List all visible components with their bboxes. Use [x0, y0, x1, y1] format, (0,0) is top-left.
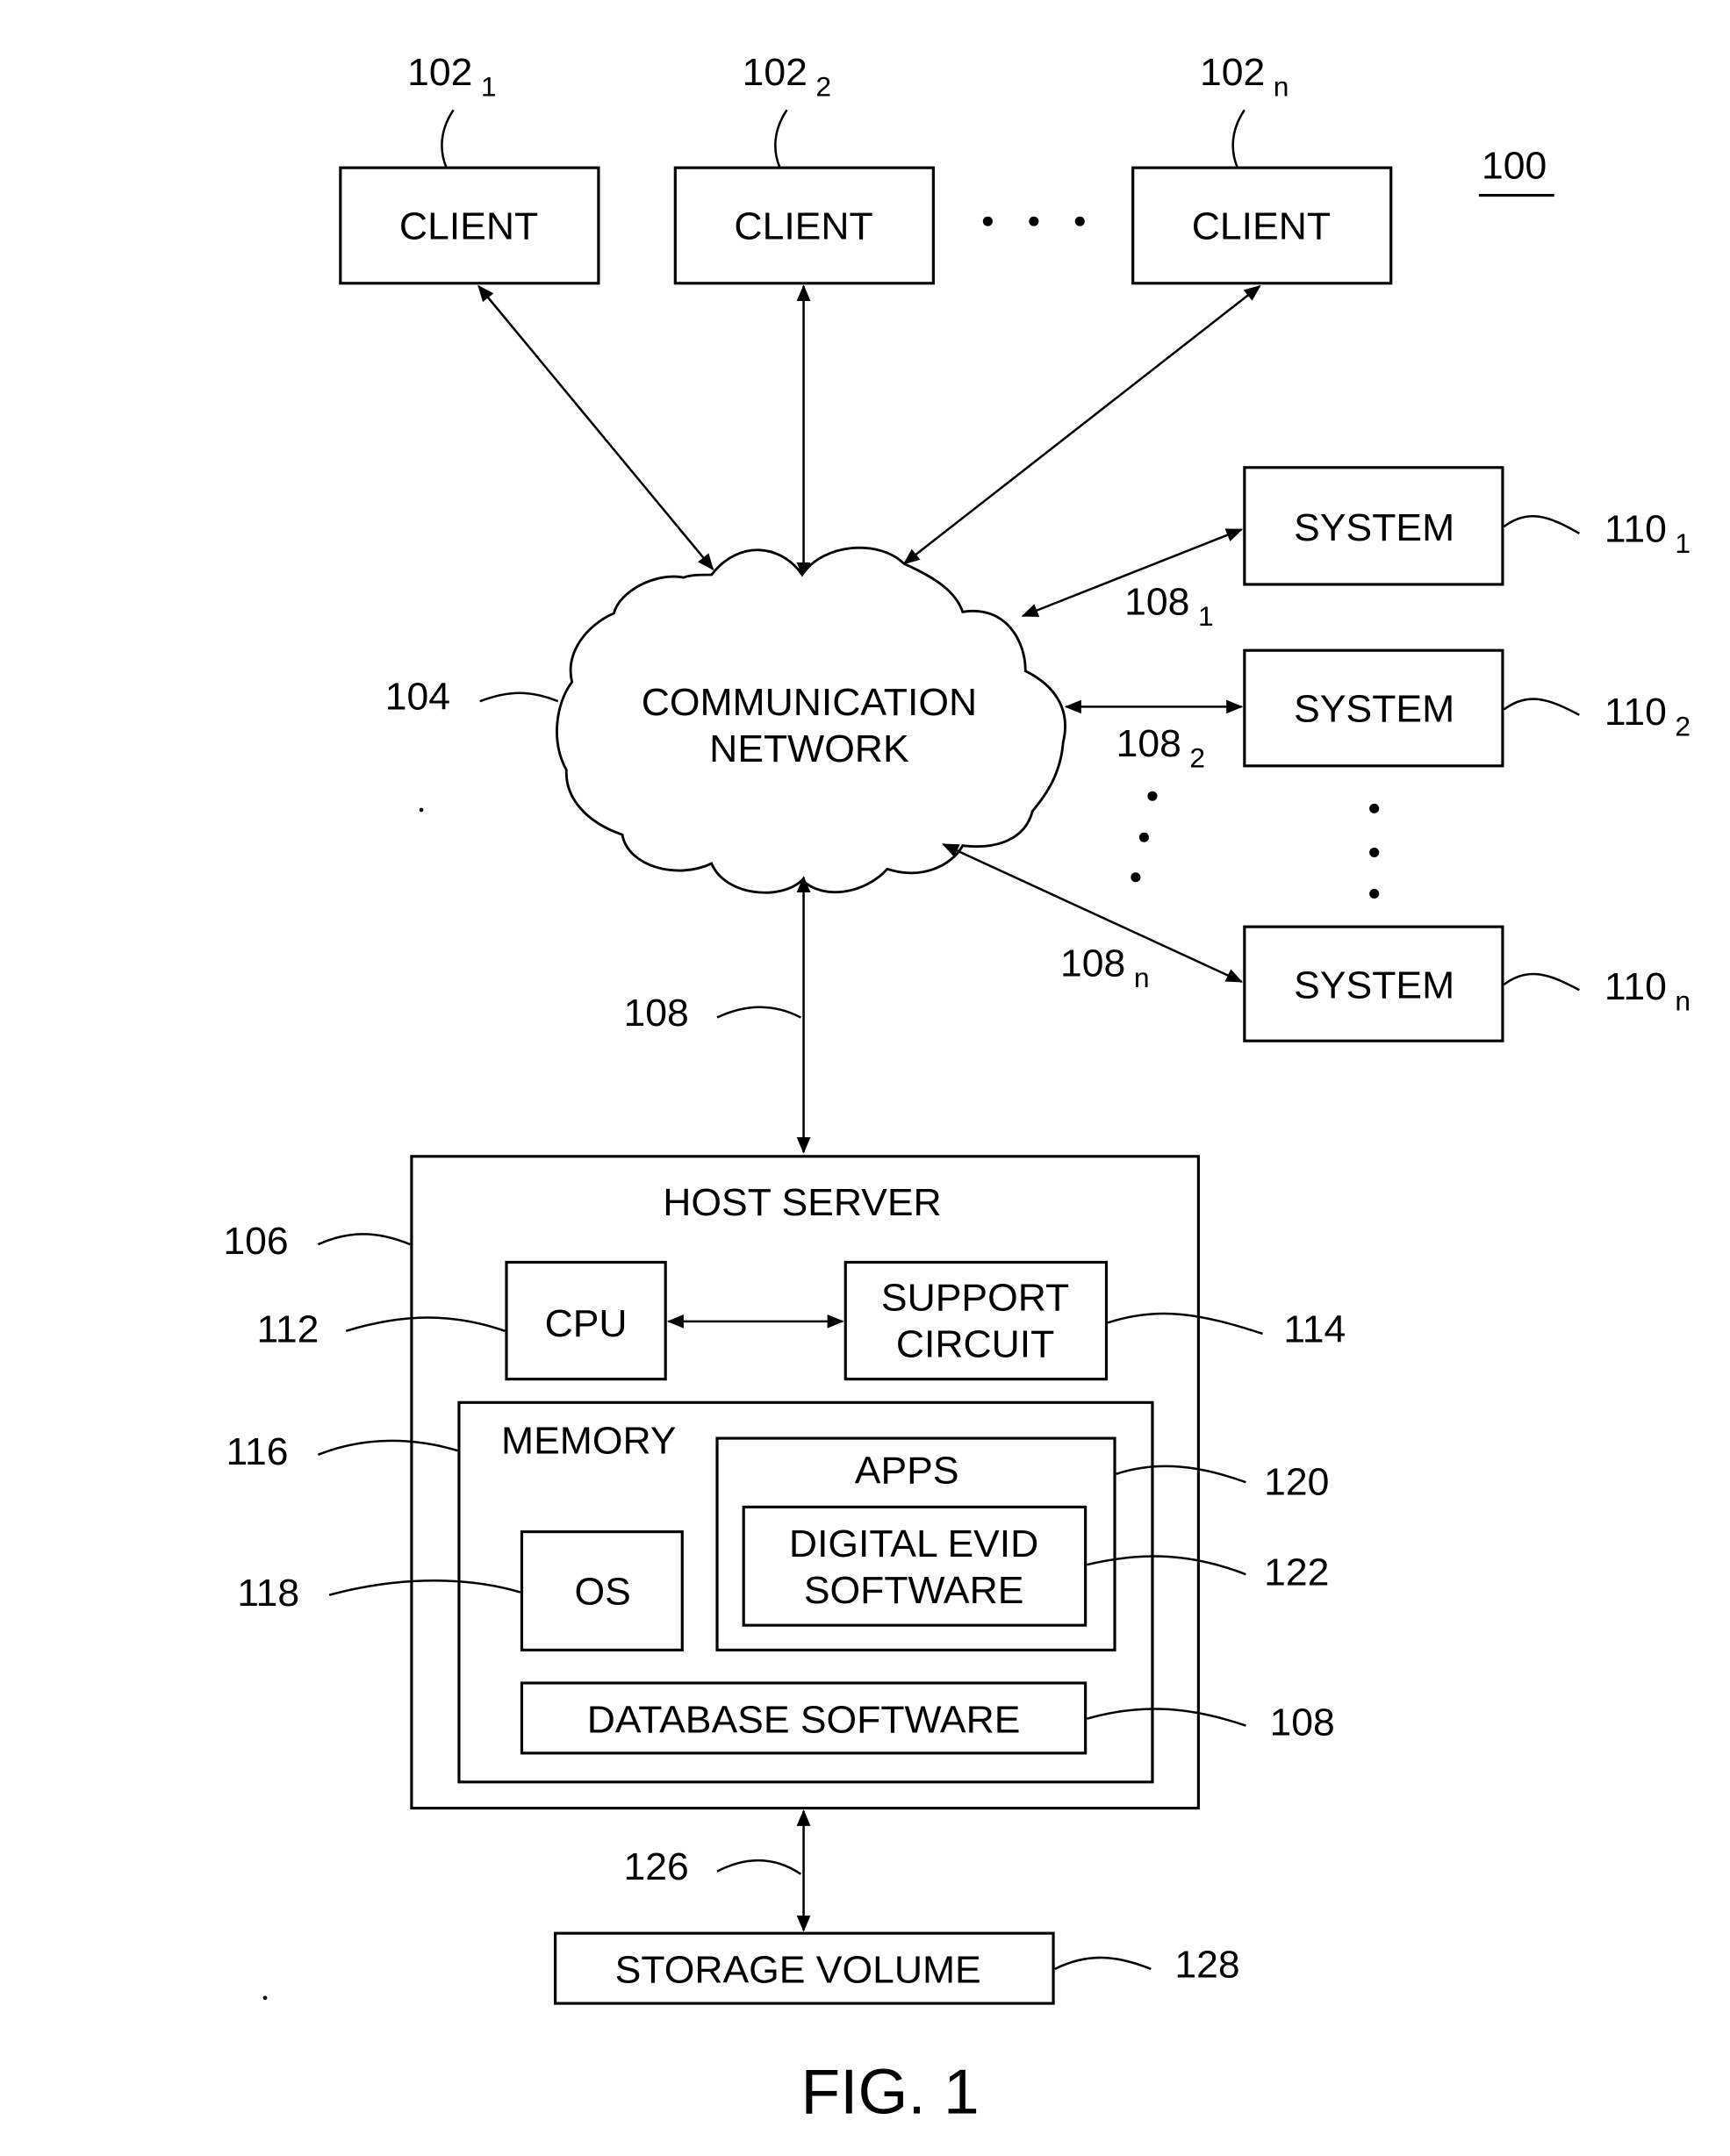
client-leader	[1231, 109, 1245, 168]
svg-text:CLIENT: CLIENT	[1192, 205, 1331, 248]
system-ref: 110 1	[1604, 508, 1691, 559]
system-ref: 110 2	[1604, 691, 1691, 741]
svg-text:OS: OS	[575, 1571, 631, 1614]
communication-network: COMMUNICATION NETWORK 104	[385, 546, 1066, 894]
storage-link-leader	[716, 1859, 802, 1875]
svg-text:MEMORY: MEMORY	[501, 1420, 676, 1463]
network-leader	[479, 691, 559, 703]
host-link-leader	[716, 1006, 801, 1019]
system-ref: 110 n	[1604, 965, 1691, 1016]
svg-text:NETWORK: NETWORK	[709, 727, 908, 770]
speck	[262, 1995, 268, 2001]
host-ref: 106	[223, 1220, 288, 1263]
system-link-ref: 108 n	[1060, 942, 1149, 993]
system-1: SYSTEM 110 1 108 1	[1021, 466, 1691, 632]
client-ref: 102 n	[1200, 51, 1289, 102]
host-server: HOST SERVER 106 CPU 112 SUPPORT CIRCUIT …	[223, 1155, 1346, 1810]
figure-caption: FIG. 1	[801, 2057, 980, 2127]
system-link-ref: 108 1	[1124, 581, 1213, 632]
client-leader	[774, 109, 788, 168]
svg-text:CPU: CPU	[545, 1302, 628, 1345]
svg-text:HOST SERVER: HOST SERVER	[663, 1181, 941, 1224]
client-1-link-arrow	[477, 284, 714, 570]
system-diagram: 100 CLIENT 102 1 CLIENT 102 2 CLIENT 102 n …	[223, 51, 1691, 2127]
client-ellipsis	[982, 216, 1085, 226]
svg-text:CLIENT: CLIENT	[399, 205, 538, 248]
svg-text:SYSTEM: SYSTEM	[1294, 688, 1454, 731]
svg-text:STORAGE VOLUME: STORAGE VOLUME	[615, 1949, 981, 1992]
cpu-ref: 112	[256, 1308, 319, 1351]
figure-ref: 100	[1478, 145, 1554, 197]
system-leader	[1503, 514, 1580, 535]
apps-ref: 120	[1264, 1461, 1329, 1504]
client-ref: 102 2	[743, 51, 831, 102]
svg-text:SYSTEM: SYSTEM	[1294, 506, 1454, 549]
svg-text:APPS: APPS	[855, 1450, 959, 1493]
client-n-link-arrow	[902, 284, 1261, 565]
svg-text:100: 100	[1482, 145, 1547, 188]
svg-text:SUPPORT: SUPPORT	[881, 1277, 1069, 1320]
host-leader	[317, 1233, 411, 1246]
system-link-ref: 108 2	[1116, 722, 1205, 773]
client-leader	[441, 109, 455, 168]
svg-text:CIRCUIT: CIRCUIT	[896, 1323, 1054, 1366]
evid-ref: 122	[1264, 1551, 1329, 1594]
system-2: SYSTEM 110 2 108 2	[1064, 648, 1691, 773]
client-n: CLIENT 102 n	[1131, 51, 1393, 285]
system-leader	[1503, 972, 1580, 992]
svg-text:CLIENT: CLIENT	[734, 205, 872, 248]
storage-ref: 128	[1174, 1944, 1239, 1987]
network-ref: 104	[385, 676, 450, 719]
svg-text:SOFTWARE: SOFTWARE	[804, 1569, 1024, 1612]
support-ref: 114	[1283, 1308, 1346, 1351]
svg-text:SYSTEM: SYSTEM	[1294, 964, 1454, 1007]
svg-text:COMMUNICATION: COMMUNICATION	[642, 681, 977, 724]
system-ellipsis	[1131, 791, 1380, 899]
storage-link-ref: 126	[624, 1845, 689, 1888]
host-link-ref: 108	[624, 992, 689, 1035]
client-1: CLIENT 102 1	[339, 51, 600, 285]
speck	[419, 807, 424, 813]
memory-ref: 116	[226, 1430, 289, 1473]
os-ref: 118	[237, 1572, 299, 1615]
database-ref: 108	[1269, 1701, 1334, 1744]
svg-text:DATABASE SOFTWARE: DATABASE SOFTWARE	[587, 1699, 1021, 1742]
system-n: SYSTEM 110 n 108 n	[942, 842, 1691, 1042]
client-ref: 102 1	[407, 51, 496, 102]
storage-leader	[1054, 1956, 1152, 1971]
client-2: CLIENT 102 2	[673, 51, 935, 285]
system-leader	[1503, 698, 1580, 716]
storage-volume: STORAGE VOLUME 128	[554, 1931, 1240, 2005]
svg-text:DIGITAL EVID: DIGITAL EVID	[789, 1522, 1038, 1565]
